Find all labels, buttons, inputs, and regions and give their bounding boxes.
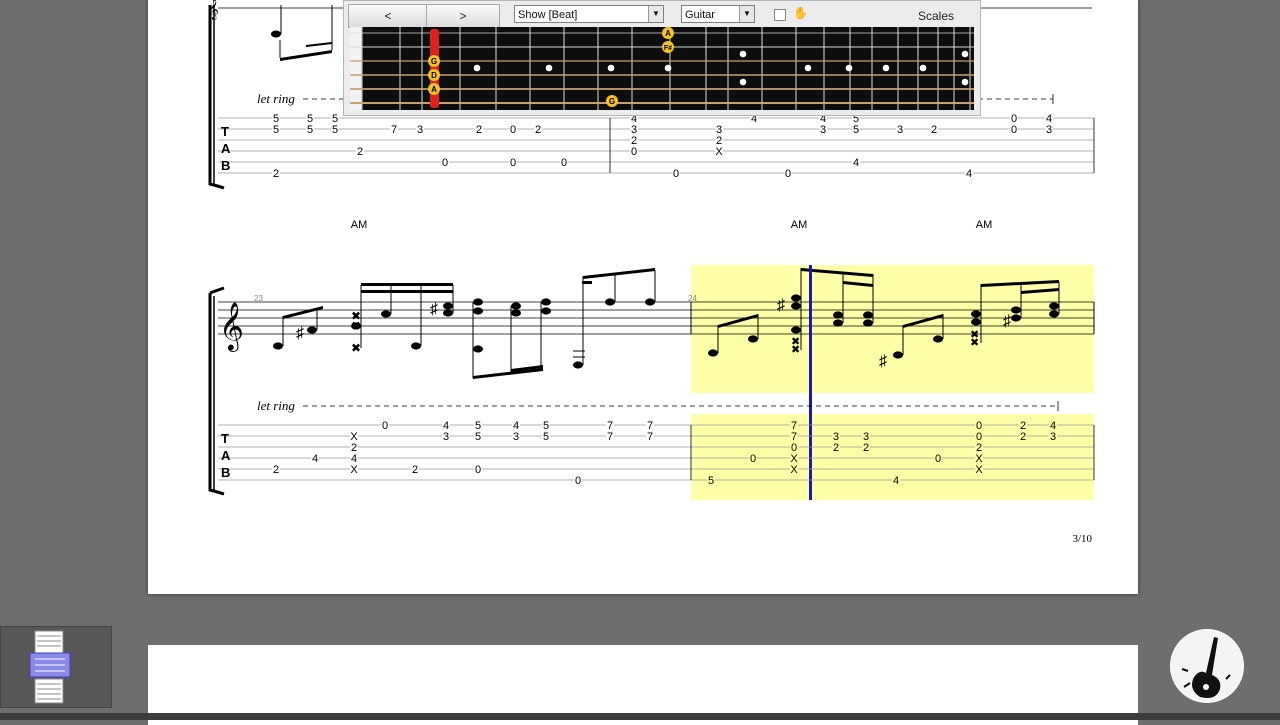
tab-letter-a-2: A (221, 448, 231, 463)
show-select[interactable]: Show [Beat] ▼ (514, 5, 664, 23)
playback-cursor (809, 265, 812, 500)
tab-number: 2 (1020, 431, 1026, 443)
tab-number: 4 (893, 475, 899, 487)
measure-number-24: 24 (688, 294, 697, 303)
tab-number: 3 (897, 124, 903, 136)
svg-text:𝄞: 𝄞 (208, 0, 219, 20)
fretboard-panel: < > Show [Beat] ▼ Guitar ▼ ✋ Scales G D … (343, 0, 981, 116)
tab-number: 2 (863, 442, 869, 454)
tab-number: 0 (750, 453, 756, 465)
instrument-select[interactable]: Guitar ▼ (681, 5, 755, 23)
tab-number: 2 (273, 168, 279, 180)
tab-number: 0 (510, 157, 516, 169)
tab-number: 5 (307, 124, 313, 136)
hand-icon[interactable]: ✋ (793, 6, 808, 20)
tab-number: 0 (442, 157, 448, 169)
status-bar (0, 713, 1280, 720)
tab-number: 5 (332, 124, 338, 136)
tab-letter-t-2: T (221, 431, 229, 446)
tab-number: 2 (357, 146, 363, 158)
chevron-down-icon: ▼ (739, 6, 754, 22)
tab-number: 4 (966, 168, 972, 180)
tab-number: 7 (391, 124, 397, 136)
tab-number: 2 (931, 124, 937, 136)
tab-number: 2 (535, 124, 541, 136)
tab-number: 0 (510, 124, 516, 136)
tab-number: 7 (607, 431, 613, 443)
tab-number: X (715, 146, 723, 158)
tab-number: 0 (382, 420, 388, 432)
tab-number: 5 (853, 124, 859, 136)
guitar-logo (1170, 629, 1244, 703)
svg-text:♯: ♯ (430, 301, 438, 318)
tab-number: 3 (513, 431, 519, 443)
tab-number: 0 (561, 157, 567, 169)
current-fret-marker (430, 29, 439, 108)
svg-text:♯: ♯ (296, 325, 304, 342)
tab-number: 0 (673, 168, 679, 180)
svg-text:✖: ✖ (970, 337, 979, 349)
tab-number: 2 (273, 464, 279, 476)
next-beat-button[interactable]: > (426, 4, 500, 28)
tab-number: 5 (475, 431, 481, 443)
fret-marker-d: D (431, 71, 437, 80)
tab-number: 7 (647, 431, 653, 443)
tab-number: 3 (417, 124, 423, 136)
tab-number: 4 (853, 157, 859, 169)
tab-number: 3 (820, 124, 826, 136)
tab-number: X (790, 464, 798, 476)
tab-number: 0 (935, 453, 941, 465)
tab-number: 3 (1046, 124, 1052, 136)
tab-number: 5 (708, 475, 714, 487)
svg-text:♯: ♯ (879, 353, 887, 370)
chord-label-2: AM (791, 219, 808, 231)
option-checkbox[interactable] (774, 9, 786, 21)
tab-number: 2 (412, 464, 418, 476)
tab-letter-b: B (221, 158, 230, 173)
fret-marker-g-low: G (609, 97, 615, 106)
scales-button[interactable]: Scales (895, 4, 977, 28)
prev-beat-button[interactable]: < (348, 4, 428, 28)
system-2: 𝄞 23 24 ♯ ✖ ✖ ✖ ♯ (208, 265, 1095, 500)
let-ring-label-2: let ring (257, 398, 295, 413)
tab-number: 0 (575, 475, 581, 487)
instrument-select-value: Guitar (685, 9, 715, 21)
page-navigator[interactable] (0, 626, 112, 708)
tab-letter-a: A (221, 141, 231, 156)
tab-number: X (975, 464, 983, 476)
fret-marker-g: G (431, 57, 437, 66)
tab-number: 5 (543, 431, 549, 443)
tab-number: 3 (443, 431, 449, 443)
svg-text:♯: ♯ (1003, 313, 1011, 330)
tab-number: 0 (785, 168, 791, 180)
treble-clef: 𝄞 (219, 302, 244, 352)
show-select-value: Show [Beat] (518, 9, 578, 21)
fret-marker-fsharp: F# (664, 45, 672, 52)
fretboard: G D A A F# G (350, 27, 974, 110)
tab-number: 4 (312, 453, 318, 465)
chord-label-1: AM (351, 219, 368, 231)
chevron-down-icon: ▼ (648, 6, 663, 22)
tab-number: X (350, 464, 358, 476)
tab-number: 2 (476, 124, 482, 136)
tab-letter-t: T (221, 124, 229, 139)
measure-number-23: 23 (254, 294, 263, 303)
fret-marker-a: A (431, 85, 437, 94)
svg-text:✖: ✖ (791, 344, 800, 356)
tab-number: 3 (1050, 431, 1056, 443)
tab-number: 0 (631, 146, 637, 158)
page-number: 3/10 (1072, 533, 1092, 545)
tab-number: 2 (833, 442, 839, 454)
fret-marker-a-high: A (665, 29, 671, 38)
tab-number: 0 (475, 464, 481, 476)
svg-text:✖: ✖ (351, 341, 361, 355)
tab-number: 5 (273, 124, 279, 136)
let-ring-label: let ring (257, 91, 295, 106)
chord-label-3: AM (976, 219, 993, 231)
svg-text:♯: ♯ (777, 297, 785, 314)
tab-number: 0 (1011, 124, 1017, 136)
notes-measure-23: ♯ ✖ ✖ ✖ ♯ (273, 268, 656, 379)
tab-letter-b-2: B (221, 465, 230, 480)
